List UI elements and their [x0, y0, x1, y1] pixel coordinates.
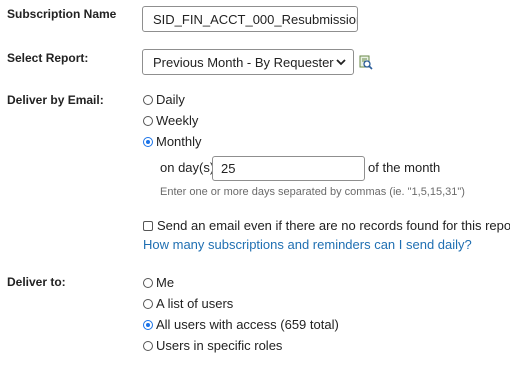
day-of-month-input[interactable]: 25 [212, 156, 365, 181]
radio-all-users[interactable] [143, 319, 153, 330]
send-empty-email-option[interactable]: Send an email even if there are no recor… [143, 218, 510, 233]
email-option-label: Monthly [156, 134, 202, 149]
email-option-label: Daily [156, 92, 185, 107]
recipient-option-label: All users with access (659 total) [156, 317, 339, 332]
recipient-option-label: Users in specific roles [156, 338, 283, 353]
radio-me[interactable] [143, 277, 153, 288]
chevron-down-icon [336, 59, 346, 66]
send-empty-email-checkbox[interactable] [143, 220, 153, 231]
recipient-option-label: A list of users [156, 296, 234, 311]
radio-weekly[interactable] [143, 115, 153, 126]
recipient-option-label: Me [156, 275, 175, 290]
radio-roles[interactable] [143, 340, 153, 351]
report-select[interactable]: Previous Month - By Requester [142, 49, 354, 75]
email-option-label: Weekly [156, 113, 199, 128]
day-hint-text: Enter one or more days separated by comm… [160, 186, 465, 198]
email-option-weekly[interactable]: Weekly [143, 113, 198, 128]
recipient-option-user-list[interactable]: A list of users [143, 296, 233, 311]
report-select-value: Previous Month - By Requester [153, 54, 334, 70]
recipient-option-me[interactable]: Me [143, 275, 174, 290]
send-empty-email-label: Send an email even if there are no recor… [157, 218, 510, 233]
subscription-limits-help-link[interactable]: How many subscriptions and reminders can… [143, 237, 472, 252]
radio-monthly[interactable] [143, 136, 153, 147]
recipient-option-roles[interactable]: Users in specific roles [143, 338, 282, 353]
day-prefix-label: on day(s) [160, 160, 215, 175]
radio-daily[interactable] [143, 94, 153, 105]
deliver-by-email-label: Deliver by Email: [7, 93, 104, 107]
deliver-to-label: Deliver to: [7, 275, 66, 289]
recipient-option-all-users[interactable]: All users with access (659 total) [143, 317, 339, 332]
day-suffix-label: of the month [368, 160, 441, 175]
radio-user-list[interactable] [143, 298, 153, 309]
magnifier-report-icon[interactable] [359, 55, 373, 70]
select-report-label: Select Report: [7, 51, 89, 65]
subscription-name-label: Subscription Name [7, 7, 117, 21]
email-option-daily[interactable]: Daily [143, 92, 185, 107]
email-option-monthly[interactable]: Monthly [143, 134, 202, 149]
subscription-name-input[interactable]: SID_FIN_ACCT_000_Resubmission R [142, 6, 358, 32]
